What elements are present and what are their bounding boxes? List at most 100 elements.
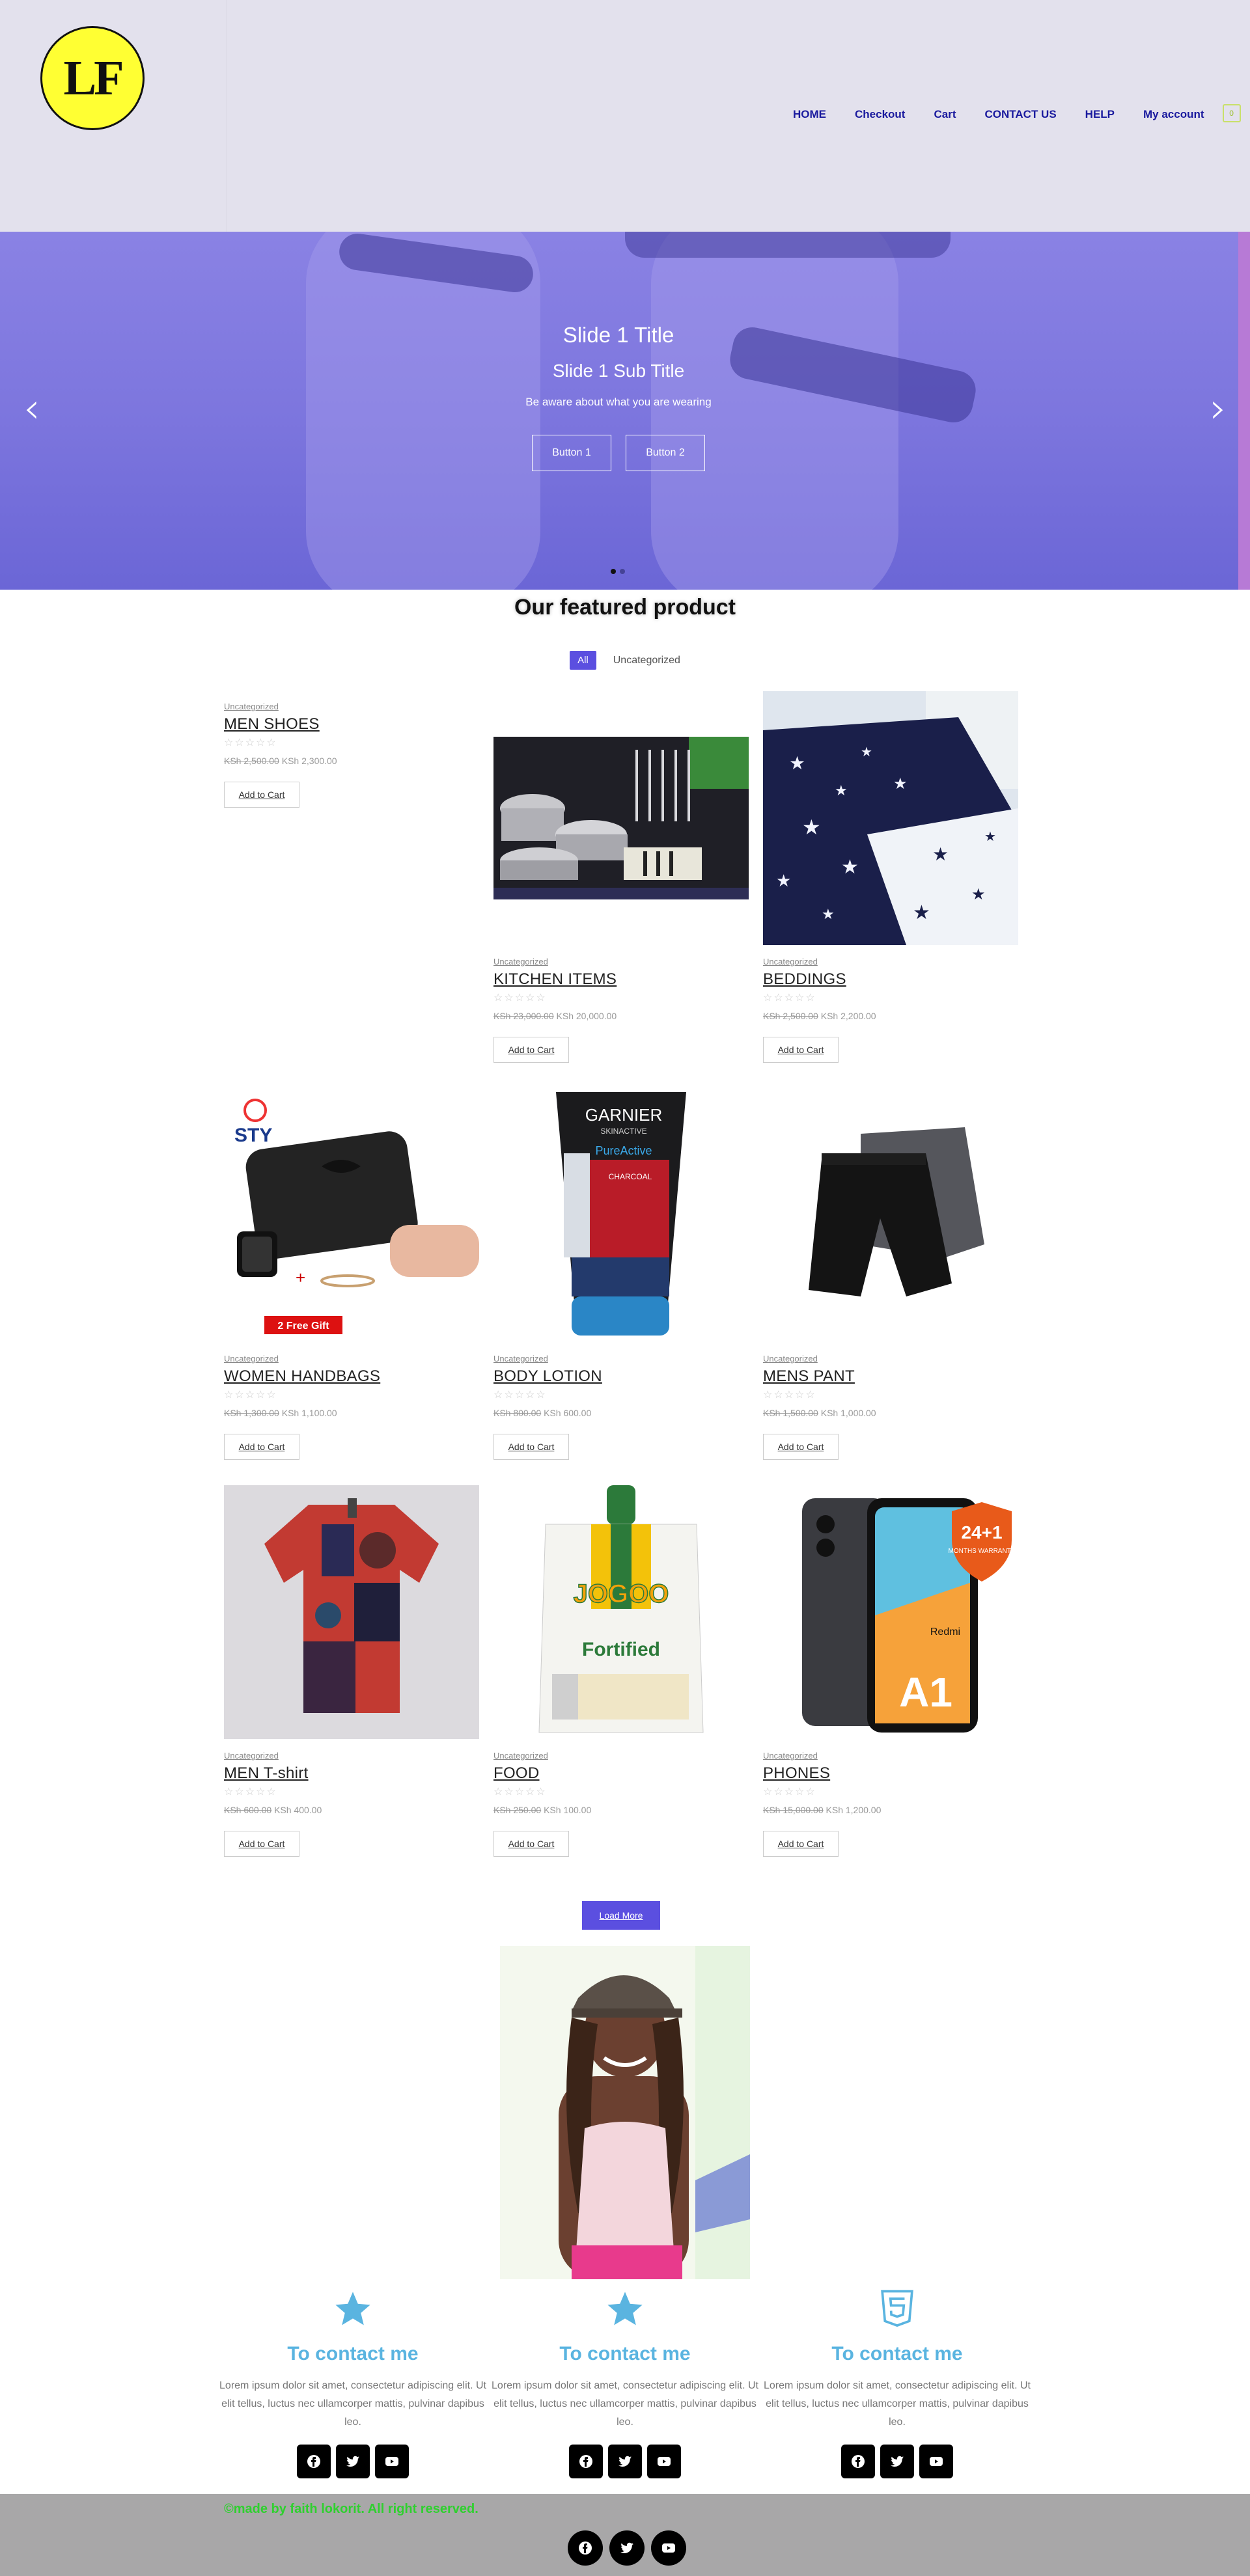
facebook-icon[interactable]: [297, 2445, 331, 2478]
twitter-icon[interactable]: [608, 2445, 642, 2478]
hero-button-1[interactable]: Button 1: [532, 435, 611, 471]
add-to-cart-button[interactable]: Add to Cart: [493, 1434, 569, 1460]
product-category[interactable]: Uncategorized: [493, 1751, 749, 1761]
slider-dot-2[interactable]: [620, 569, 625, 574]
product-rating: ☆☆☆☆☆: [224, 1787, 277, 1798]
product-category[interactable]: Uncategorized: [493, 957, 749, 966]
product-name[interactable]: BEDDINGS: [763, 970, 1018, 989]
add-to-cart-button[interactable]: Add to Cart: [224, 782, 299, 808]
contact-text: Lorem ipsum dolor sit amet, consectetur …: [219, 2380, 486, 2428]
filter-all[interactable]: All: [570, 651, 596, 670]
svg-text:CHARCOAL: CHARCOAL: [609, 1172, 652, 1181]
add-to-cart-button[interactable]: Add to Cart: [493, 1831, 569, 1857]
product-image-kitchen[interactable]: [493, 737, 749, 899]
site-logo[interactable]: LF: [40, 26, 145, 130]
youtube-icon[interactable]: [647, 2445, 681, 2478]
hero-button-2[interactable]: Button 2: [626, 435, 705, 471]
svg-text:★: ★: [776, 871, 791, 890]
product-sale-price: KSh 1,200.00: [826, 1805, 882, 1815]
chevron-left-icon[interactable]: ‹: [23, 388, 40, 430]
nav-home[interactable]: HOME: [793, 108, 826, 121]
contact-column-2: To contact me Lorem ipsum dolor sit amet…: [488, 2288, 762, 2478]
twitter-icon[interactable]: [336, 2445, 370, 2478]
product-category[interactable]: Uncategorized: [493, 1354, 749, 1363]
svg-text:★: ★: [822, 906, 835, 922]
product-category[interactable]: Uncategorized: [224, 702, 479, 711]
nav-contact-us[interactable]: CONTACT US: [984, 108, 1056, 121]
product-category[interactable]: Uncategorized: [763, 1751, 1018, 1761]
star-icon: [216, 2288, 490, 2330]
product-sale-price: KSh 1,000.00: [820, 1408, 876, 1418]
svg-text:★: ★: [984, 830, 996, 844]
main-nav: HOME Checkout Cart CONTACT US HELP My ac…: [793, 104, 1241, 122]
product-rating: ☆☆☆☆☆: [493, 993, 547, 1004]
product-image-mens-pant[interactable]: [763, 1088, 1018, 1342]
svg-text:★: ★: [971, 886, 986, 903]
nav-help[interactable]: HELP: [1085, 108, 1115, 121]
add-to-cart-button[interactable]: Add to Cart: [224, 1434, 299, 1460]
product-name[interactable]: FOOD: [493, 1764, 749, 1783]
product-name[interactable]: MEN T-shirt: [224, 1764, 479, 1783]
product-image-phones[interactable]: A1 Redmi 24+1 MONTHS WARRANTY: [763, 1485, 1018, 1739]
add-to-cart-button[interactable]: Add to Cart: [763, 1831, 839, 1857]
html5-icon: [760, 2288, 1034, 2330]
product-image-tshirt[interactable]: [224, 1485, 479, 1739]
site-footer: ©made by faith lokorit. All right reserv…: [0, 2494, 1250, 2576]
svg-text:Redmi: Redmi: [930, 1626, 960, 1637]
twitter-icon[interactable]: [609, 2530, 645, 2566]
facebook-icon[interactable]: [841, 2445, 875, 2478]
youtube-icon[interactable]: [375, 2445, 409, 2478]
facebook-icon[interactable]: [568, 2530, 603, 2566]
cart-icon[interactable]: 0: [1222, 104, 1241, 122]
product-name[interactable]: BODY LOTION: [493, 1367, 749, 1386]
filter-uncategorized[interactable]: Uncategorized: [613, 655, 680, 666]
product-sale-price: KSh 2,200.00: [820, 1011, 876, 1021]
facebook-icon[interactable]: [569, 2445, 603, 2478]
hero-title: Slide 1 Title: [562, 323, 674, 347]
add-to-cart-button[interactable]: Add to Cart: [763, 1434, 839, 1460]
star-icon: [488, 2288, 762, 2330]
slider-dot-1[interactable]: [611, 569, 616, 574]
product-old-price: KSh 2,500.00: [763, 1011, 818, 1021]
svg-text:+: +: [296, 1268, 305, 1287]
nav-my-account[interactable]: My account: [1143, 108, 1204, 121]
product-image-lotion[interactable]: GARNIER SKINACTIVE PureActive CHARCOAL: [493, 1088, 749, 1342]
add-to-cart-button[interactable]: Add to Cart: [224, 1831, 299, 1857]
product-price: KSh 800.00 KSh 600.00: [493, 1408, 749, 1418]
add-to-cart-button[interactable]: Add to Cart: [763, 1037, 839, 1063]
youtube-icon[interactable]: [919, 2445, 953, 2478]
product-name[interactable]: PHONES: [763, 1764, 1018, 1783]
nav-cart[interactable]: Cart: [934, 108, 956, 121]
product-price: KSh 2,500.00 KSh 2,300.00: [224, 756, 479, 766]
product-name[interactable]: MEN SHOES: [224, 715, 479, 733]
add-to-cart-button[interactable]: Add to Cart: [493, 1037, 569, 1063]
product-rating: ☆☆☆☆☆: [763, 1787, 816, 1798]
product-price: KSh 1,500.00 KSh 1,000.00: [763, 1408, 1018, 1418]
product-category[interactable]: Uncategorized: [224, 1751, 479, 1761]
product-image-food[interactable]: JOGOO Fortified: [493, 1485, 749, 1739]
product-category[interactable]: Uncategorized: [224, 1354, 479, 1363]
product-name[interactable]: KITCHEN ITEMS: [493, 970, 749, 989]
nav-checkout[interactable]: Checkout: [855, 108, 905, 121]
profile-photo: [500, 1946, 750, 2279]
product-category[interactable]: Uncategorized: [763, 957, 1018, 966]
product-price: KSh 2,500.00 KSh 2,200.00: [763, 1011, 1018, 1021]
product-old-price: KSh 250.00: [493, 1805, 542, 1815]
product-name[interactable]: WOMEN HANDBAGS: [224, 1367, 479, 1386]
svg-text:★: ★: [789, 753, 805, 773]
product-name[interactable]: MENS PANT: [763, 1367, 1018, 1386]
twitter-icon[interactable]: [880, 2445, 914, 2478]
product-rating: ☆☆☆☆☆: [224, 737, 277, 748]
product-category[interactable]: Uncategorized: [763, 1354, 1018, 1363]
contact-text: Lorem ipsum dolor sit amet, consectetur …: [492, 2380, 758, 2428]
footer-copyright: ©made by faith lokorit. All right reserv…: [224, 2502, 479, 2516]
contact-title: To contact me: [287, 2343, 419, 2364]
chevron-right-icon[interactable]: ›: [1210, 388, 1227, 430]
load-more-button[interactable]: Load More: [582, 1901, 660, 1930]
youtube-icon[interactable]: [651, 2530, 686, 2566]
product-sale-price: KSh 20,000.00: [556, 1011, 617, 1021]
product-image-handbags[interactable]: STY + 2 Free Gift: [224, 1088, 479, 1342]
contact-column-1: To contact me Lorem ipsum dolor sit amet…: [216, 2288, 490, 2478]
svg-text:★: ★: [893, 775, 908, 793]
product-image-beddings[interactable]: ★ ★ ★ ★ ★ ★ ★ ★ ★ ★ ★ ★: [763, 691, 1018, 945]
